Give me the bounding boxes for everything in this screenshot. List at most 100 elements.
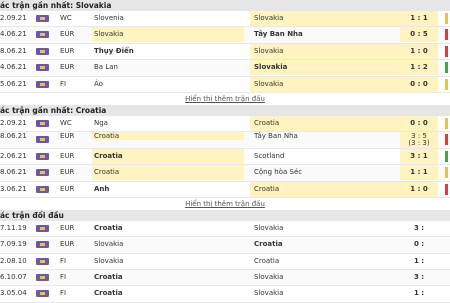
match-date: 4.06.21	[0, 30, 27, 39]
match-date: 2.08.10	[0, 256, 27, 265]
match-row[interactable]: 4.06.21 EUR Slovakia Tây Ban Nha 0 : 5	[0, 27, 450, 44]
away-team[interactable]: Croatia	[250, 254, 404, 269]
home-team[interactable]: Croatia	[92, 270, 244, 285]
match-score[interactable]: 3 :	[400, 221, 438, 236]
away-team[interactable]: Slovakia	[250, 11, 404, 26]
competition[interactable]: WC	[60, 11, 90, 26]
section-head-to-head: ác trận đối đầu 7.11.19 EUR Croatia Slovaki…	[0, 209, 450, 303]
home-team[interactable]: Slovakia	[92, 254, 244, 269]
competition[interactable]: WC	[60, 116, 90, 131]
show-more-link[interactable]: Hiển thị thêm trận đấu	[0, 93, 450, 105]
match-score[interactable]: 1 : 1	[400, 11, 438, 26]
competition-flag-icon	[36, 257, 49, 265]
match-score[interactable]: 1 : 0	[400, 181, 438, 197]
away-team[interactable]: Slovakia	[250, 270, 404, 285]
match-score[interactable]: 1 : 0	[400, 43, 438, 59]
home-team[interactable]: Slovakia	[92, 27, 244, 43]
competition-flag-icon	[36, 224, 49, 232]
home-team[interactable]: Croatia	[92, 132, 244, 141]
home-team[interactable]: Croatia	[92, 165, 244, 181]
match-date: 2.09.21	[0, 118, 27, 127]
home-team[interactable]: Croatia	[92, 148, 244, 164]
match-score[interactable]: 1 :	[400, 254, 438, 269]
match-row[interactable]: 8.06.21 EUR Croatia Cộng hòa Séc 1 : 1	[0, 165, 450, 182]
home-team[interactable]: Croatia	[92, 221, 244, 236]
competition[interactable]: EUR	[60, 165, 90, 180]
match-row[interactable]: 3.05.04 FI Croatia Slovakia 1 :	[0, 286, 450, 303]
result-indicator	[445, 62, 448, 74]
match-row[interactable]: 2.08.10 FI Slovakia Croatia 1 :	[0, 254, 450, 271]
result-indicator	[445, 13, 448, 24]
section-croatia: ác trận gần nhất: Croatia 2.09.21 WC Nga Cr…	[0, 104, 450, 210]
competition-flag-icon	[36, 15, 49, 22]
result-indicator	[445, 45, 448, 57]
away-team[interactable]: Tây Ban Nha	[250, 132, 404, 140]
away-team[interactable]: Tây Ban Nha	[250, 27, 404, 42]
home-team[interactable]: Anh	[92, 182, 244, 197]
competition[interactable]: EUR	[60, 44, 90, 59]
match-score[interactable]: 1 : 1	[400, 165, 438, 181]
competition[interactable]: FI	[60, 77, 90, 92]
competition[interactable]: FI	[60, 286, 90, 301]
match-score[interactable]: 1 :	[400, 286, 438, 301]
home-team[interactable]: Croatia	[92, 286, 244, 301]
competition-flag-icon	[36, 136, 49, 144]
match-score[interactable]: 0 : 0	[400, 115, 438, 131]
match-date: 4.06.21	[0, 63, 27, 72]
match-row[interactable]: 8.06.21 EUR Croatia Tây Ban Nha 3 : 5 (3 : 3)	[0, 132, 450, 149]
competition[interactable]: EUR	[60, 182, 90, 197]
competition[interactable]: EUR	[60, 60, 90, 75]
competition[interactable]: FI	[60, 270, 90, 285]
competition[interactable]: EUR	[60, 27, 90, 42]
match-row[interactable]: 8.06.21 EUR Thụy Điển Slovakia 1 : 0	[0, 43, 450, 61]
competition[interactable]: FI	[60, 254, 90, 269]
away-team[interactable]: Croatia	[250, 115, 404, 131]
match-row[interactable]: 6.10.07 FI Croatia Slovakia 3 :	[0, 270, 450, 287]
home-team[interactable]: Ba Lan	[92, 60, 244, 75]
match-date: 3.05.04	[0, 289, 27, 298]
match-date: 2.06.21	[0, 151, 27, 160]
away-team[interactable]: Slovakia	[250, 76, 404, 92]
match-row[interactable]: 2.09.21 WC Nga Croatia 0 : 0	[0, 115, 450, 133]
match-score[interactable]: 0 : 0	[400, 76, 438, 92]
match-date: 2.09.21	[0, 14, 27, 22]
competition-flag-icon	[36, 152, 49, 160]
match-score[interactable]: 3 :	[400, 270, 438, 285]
match-score[interactable]: 3 : 1	[400, 148, 438, 164]
home-team[interactable]: Nga	[92, 116, 244, 131]
home-team[interactable]: Slovakia	[92, 237, 244, 252]
match-score[interactable]: 0 : 5	[400, 27, 438, 43]
competition[interactable]: EUR	[60, 132, 90, 140]
show-more-link[interactable]: Hiển thị thêm trận đấu	[0, 198, 450, 210]
home-team[interactable]: Slovenia	[92, 11, 244, 26]
competition[interactable]: EUR	[60, 149, 90, 164]
away-team[interactable]: Slovakia	[250, 221, 404, 236]
away-team[interactable]: Croatia	[250, 237, 404, 252]
away-team[interactable]: Scotland	[250, 149, 404, 164]
away-team[interactable]: Croatia	[250, 181, 404, 197]
match-row[interactable]: 7.11.19 EUR Croatia Slovakia 3 :	[0, 221, 450, 238]
match-row[interactable]: 2.09.21 WC Slovenia Slovakia 1 : 1	[0, 11, 450, 28]
competition[interactable]: EUR	[60, 221, 90, 236]
away-team[interactable]: Slovakia	[250, 286, 404, 301]
match-row[interactable]: 7.09.19 EUR Slovakia Croatia 0 :	[0, 237, 450, 254]
competition-flag-icon	[36, 169, 49, 177]
competition-flag-icon	[36, 31, 49, 39]
match-score[interactable]: 3 : 5 (3 : 3)	[400, 132, 438, 148]
match-history-panel: ác trận gần nhất: Slovakia 2.09.21 WC Slov…	[0, 0, 450, 303]
away-team[interactable]: Cộng hòa Séc	[250, 165, 404, 180]
away-team[interactable]: Slovakia	[250, 60, 404, 76]
match-score[interactable]: 1 : 2	[400, 60, 438, 76]
match-row[interactable]: 5.06.21 FI Áo Slovakia 0 : 0	[0, 76, 450, 93]
section-slovakia: ác trận gần nhất: Slovakia 2.09.21 WC Slov…	[0, 0, 450, 105]
competition[interactable]: EUR	[60, 237, 90, 252]
match-row[interactable]: 4.06.21 EUR Ba Lan Slovakia 1 : 2	[0, 60, 450, 77]
competition-flag-icon	[36, 290, 49, 298]
match-date: 7.09.19	[0, 240, 27, 249]
home-team[interactable]: Áo	[92, 77, 244, 92]
match-row[interactable]: 2.06.21 EUR Croatia Scotland 3 : 1	[0, 148, 450, 166]
home-team[interactable]: Thụy Điển	[92, 44, 244, 59]
match-row[interactable]: 3.06.21 EUR Anh Croatia 1 : 0	[0, 181, 450, 198]
match-score[interactable]: 0 :	[400, 237, 438, 252]
away-team[interactable]: Slovakia	[250, 43, 404, 59]
